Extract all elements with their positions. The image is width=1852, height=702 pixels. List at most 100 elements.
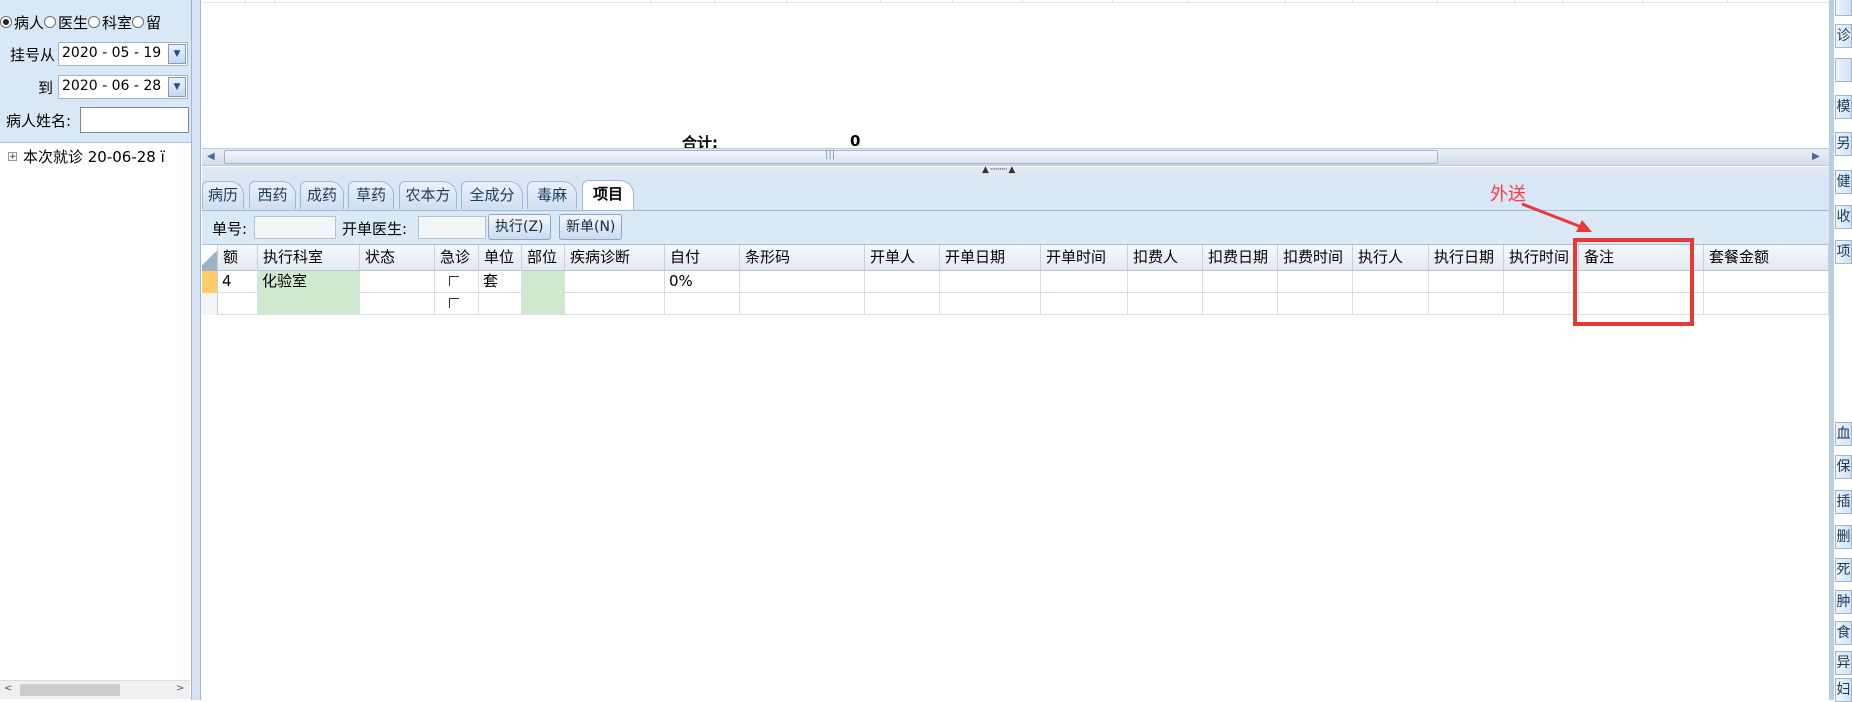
emergency-cell[interactable] <box>435 271 479 292</box>
emergency-checkbox[interactable] <box>449 298 459 308</box>
new-order-button[interactable]: 新单(N) <box>559 214 623 240</box>
unit-cell[interactable] <box>479 293 522 314</box>
part-cell[interactable] <box>522 271 565 292</box>
scroll-left-icon[interactable]: ◀ <box>207 151 215 162</box>
scroll-right-icon[interactable]: > <box>176 683 184 694</box>
sidebar-button-diagnosis[interactable]: 诊 <box>1835 24 1852 48</box>
table-cell[interactable] <box>940 271 1041 292</box>
tab-agricultural-formula[interactable]: 农本方 <box>399 181 457 209</box>
column-header[interactable]: 扣费时间 <box>1278 245 1353 271</box>
sidebar-button-insurance[interactable]: 保 <box>1835 455 1852 479</box>
sidebar-button-charge[interactable]: 收 <box>1835 205 1852 229</box>
column-header[interactable]: 自付 <box>665 245 740 271</box>
horizontal-splitter[interactable]: ▲ ········· ▲ <box>202 165 1829 175</box>
select-all-corner[interactable] <box>202 245 218 271</box>
table-cell[interactable] <box>1429 271 1504 292</box>
table-cell[interactable] <box>1128 271 1203 292</box>
tab-medical-record[interactable]: 病历 <box>202 181 244 209</box>
radio-doctor[interactable] <box>44 16 57 28</box>
splitter-grip-icon[interactable]: ▲ ········· ▲ <box>982 165 1015 175</box>
table-cell[interactable] <box>1041 271 1128 292</box>
column-header[interactable]: 开单时间 <box>1041 245 1128 271</box>
table-cell[interactable] <box>1128 293 1203 314</box>
column-header[interactable]: 状态 <box>360 245 435 271</box>
patient-name-input[interactable] <box>80 107 189 133</box>
tab-full-ingredient[interactable]: 全成分 <box>461 181 523 209</box>
package-amount-cell[interactable] <box>1704 293 1829 314</box>
table-cell[interactable] <box>1278 271 1353 292</box>
scroll-thumb[interactable]: ||| <box>224 149 1438 164</box>
tab-herbal-medicine[interactable]: 草药 <box>348 181 394 209</box>
sidebar-button-insert[interactable]: 插 <box>1835 490 1852 514</box>
sidebar-button-item[interactable]: 项 <box>1835 240 1852 264</box>
left-horizontal-scrollbar[interactable]: < > <box>0 680 190 699</box>
sidebar-button-tumor[interactable]: 肿 <box>1835 590 1852 614</box>
table-cell[interactable] <box>1429 293 1504 314</box>
column-header[interactable]: 执行时间 <box>1504 245 1579 271</box>
column-header[interactable]: 单位 <box>479 245 522 271</box>
execute-button[interactable]: 执行(Z) <box>488 214 551 240</box>
scroll-right-icon[interactable]: ▶ <box>1812 151 1820 162</box>
diagnosis-cell[interactable] <box>565 293 665 314</box>
sidebar-button[interactable] <box>1835 0 1852 16</box>
expand-icon[interactable]: + <box>8 151 17 161</box>
date-to-dropdown-button[interactable]: ▼ <box>168 77 186 97</box>
column-header[interactable]: 疾病诊断 <box>565 245 665 271</box>
column-header[interactable]: 执行日期 <box>1429 245 1504 271</box>
self-pay-cell[interactable] <box>665 293 740 314</box>
dept-cell[interactable] <box>258 293 360 314</box>
table-cell[interactable] <box>740 271 865 292</box>
date-from-dropdown-button[interactable]: ▼ <box>168 44 186 64</box>
table-cell[interactable] <box>865 293 940 314</box>
column-header[interactable]: 部位 <box>522 245 565 271</box>
amount-cell[interactable] <box>218 293 258 314</box>
column-header[interactable]: 急诊 <box>435 245 479 271</box>
column-header[interactable]: 执行人 <box>1353 245 1429 271</box>
table-cell[interactable] <box>940 293 1041 314</box>
sidebar-button-health[interactable]: 健 <box>1835 170 1852 194</box>
column-header[interactable]: 条形码 <box>740 245 865 271</box>
column-header[interactable]: 扣费日期 <box>1203 245 1278 271</box>
column-header[interactable]: 扣费人 <box>1128 245 1203 271</box>
amount-cell[interactable]: 4 <box>218 271 258 292</box>
status-cell[interactable] <box>360 293 435 314</box>
diagnosis-cell[interactable] <box>565 271 665 292</box>
doctor-input[interactable] <box>418 216 486 239</box>
sidebar-button[interactable] <box>1835 58 1852 82</box>
table-cell[interactable] <box>1504 271 1579 292</box>
column-header[interactable]: 开单日期 <box>940 245 1041 271</box>
sidebar-button-template[interactable]: 模 <box>1835 95 1852 119</box>
tab-items[interactable]: 项目 <box>582 180 634 210</box>
order-no-input[interactable] <box>254 216 336 239</box>
table-cell[interactable] <box>740 293 865 314</box>
table-cell[interactable] <box>865 271 940 292</box>
scroll-thumb[interactable] <box>20 684 120 696</box>
sidebar-button-other[interactable]: 另 <box>1835 132 1852 156</box>
radio-patient[interactable] <box>0 16 12 28</box>
sidebar-button-gynecology[interactable]: 妇 <box>1835 678 1852 702</box>
package-amount-cell[interactable] <box>1704 271 1829 292</box>
table-cell[interactable] <box>1041 293 1128 314</box>
unit-cell[interactable]: 套 <box>479 271 522 292</box>
scroll-left-icon[interactable]: < <box>4 683 12 694</box>
visit-tree-item[interactable]: + 本次就诊 20-06-28 ï <box>8 146 165 166</box>
status-cell[interactable] <box>360 271 435 292</box>
tab-western-medicine[interactable]: 西药 <box>249 181 296 209</box>
column-header[interactable]: 套餐金额 <box>1704 245 1829 271</box>
table-cell[interactable] <box>1353 271 1429 292</box>
emergency-cell[interactable] <box>435 293 479 314</box>
row-indicator[interactable] <box>202 271 218 293</box>
self-pay-cell[interactable]: 0% <box>665 271 740 292</box>
upper-horizontal-scrollbar[interactable]: ◀ ||| ▶ <box>202 148 1829 166</box>
tab-narcotic[interactable]: 毒麻 <box>527 181 577 209</box>
table-cell[interactable] <box>1278 293 1353 314</box>
sidebar-button-death[interactable]: 死 <box>1835 558 1852 582</box>
left-panel-splitter[interactable] <box>191 0 201 700</box>
table-cell[interactable] <box>1353 293 1429 314</box>
radio-department[interactable] <box>88 16 101 28</box>
emergency-checkbox[interactable] <box>449 276 459 286</box>
tab-patent-medicine[interactable]: 成药 <box>300 181 344 209</box>
sidebar-button-blood[interactable]: 血 <box>1835 422 1852 446</box>
column-header[interactable]: 执行科室 <box>258 245 360 271</box>
table-cell[interactable] <box>1203 271 1278 292</box>
